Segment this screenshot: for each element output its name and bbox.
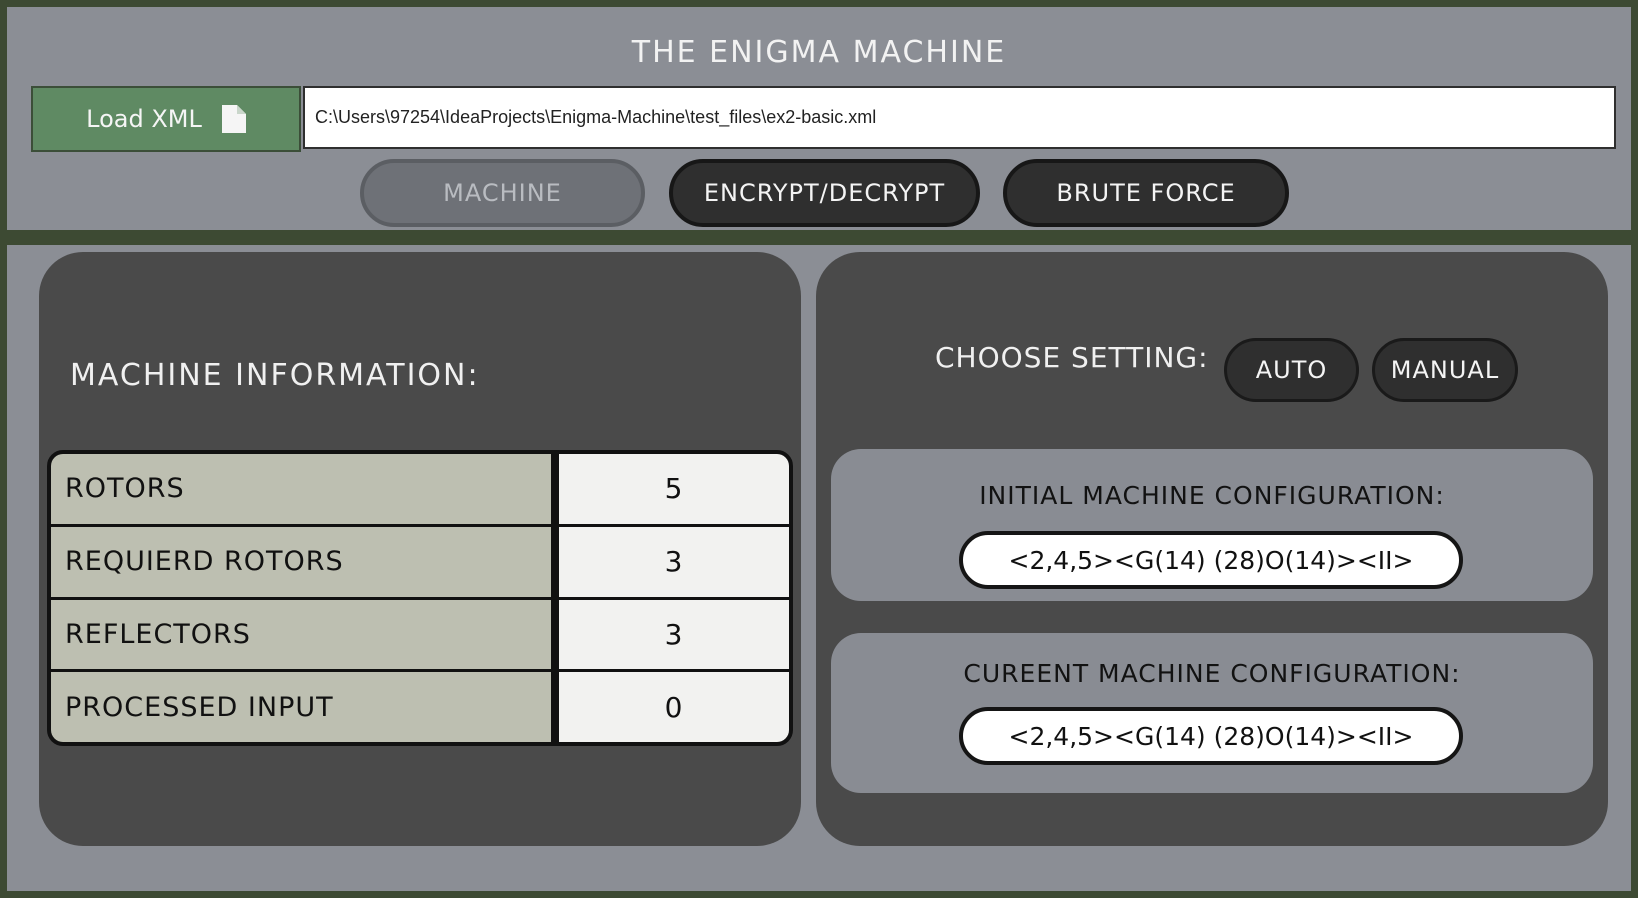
file-icon (221, 105, 246, 133)
info-value-processed-input: 0 (664, 690, 684, 724)
info-values-column: 5 3 3 0 (559, 454, 789, 742)
current-config-box: CUREENT MACHINE CONFIGURATION: <2,4,5><G… (831, 633, 1593, 793)
load-xml-label: Load XML (86, 105, 202, 133)
manual-button[interactable]: MANUAL (1372, 338, 1518, 402)
info-label-required-rotors: REQUIERD ROTORS (51, 527, 551, 600)
machine-info-title: MACHINE INFORMATION: (70, 358, 480, 393)
current-config-title: CUREENT MACHINE CONFIGURATION: (963, 659, 1461, 688)
table-divider (551, 454, 559, 742)
settings-card: CHOOSE SETTING: AUTO MANUAL INITIAL MACH… (816, 252, 1608, 846)
initial-config-box: INITIAL MACHINE CONFIGURATION: <2,4,5><G… (831, 449, 1593, 601)
info-value-rotors: 5 (559, 454, 789, 527)
info-value-reflectors: 3 (559, 600, 789, 673)
machine-info-card: MACHINE INFORMATION: ROTORS REQUIERD ROT… (39, 252, 801, 846)
choose-setting-label: CHOOSE SETTING: (935, 341, 1209, 374)
info-labels-column: ROTORS REQUIERD ROTORS REFLECTORS PROCES… (51, 454, 551, 742)
initial-config-value: <2,4,5><G(14) (28)O(14)><II> (959, 531, 1463, 589)
tab-machine[interactable]: MACHINE (360, 159, 645, 227)
file-path-field[interactable]: C:\Users\97254\IdeaProjects\Enigma-Machi… (303, 86, 1616, 149)
info-label-rotors: ROTORS (51, 454, 551, 527)
tab-encrypt-decrypt[interactable]: ENCRYPT/DECRYPT (669, 159, 980, 227)
app-title: THE ENIGMA MACHINE (631, 35, 1007, 70)
auto-button[interactable]: AUTO (1224, 338, 1359, 402)
machine-info-table: ROTORS REQUIERD ROTORS REFLECTORS PROCES… (47, 450, 793, 746)
header-panel: THE ENIGMA MACHINE Load XML C:\Users\972… (7, 7, 1631, 230)
info-label-processed-input: PROCESSED INPUT (65, 691, 334, 723)
load-xml-button[interactable]: Load XML (31, 86, 301, 152)
current-config-value: <2,4,5><G(14) (28)O(14)><II> (959, 707, 1463, 765)
tab-brute-force[interactable]: BRUTE FORCE (1003, 159, 1289, 227)
info-value-required-rotors: 3 (559, 527, 789, 600)
info-label-reflectors: REFLECTORS (51, 600, 551, 673)
initial-config-title: INITIAL MACHINE CONFIGURATION: (979, 481, 1445, 510)
